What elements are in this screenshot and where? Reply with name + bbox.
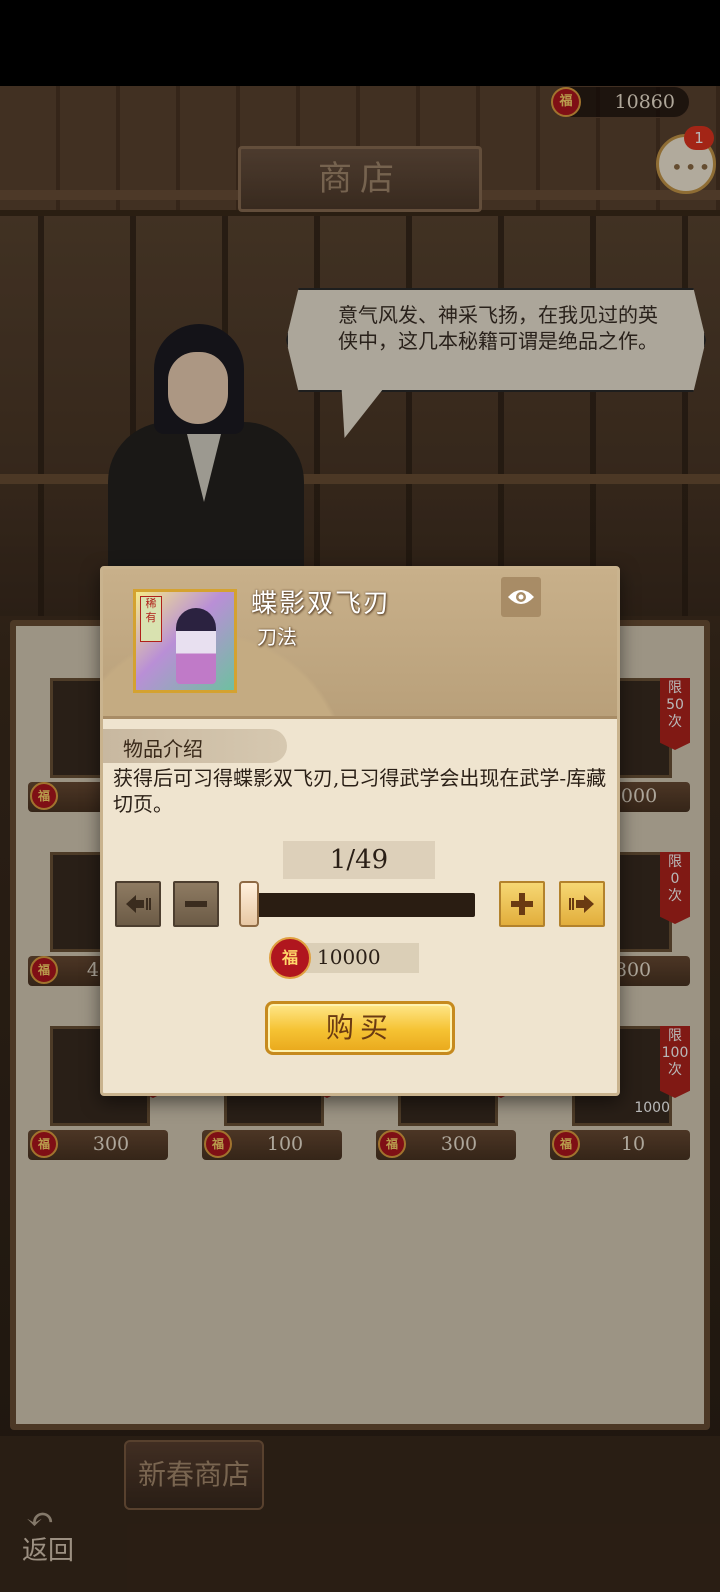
skill-figure bbox=[176, 608, 216, 684]
item-name: 蝶影双飞刃 bbox=[251, 589, 392, 619]
intro-label-text: 物品介绍 bbox=[123, 737, 203, 761]
eye-icon bbox=[508, 590, 534, 604]
min-quantity-button[interactable] bbox=[115, 881, 161, 927]
skill-thumbnail: 稀有 bbox=[133, 589, 237, 693]
arrow-right-end-icon bbox=[569, 895, 594, 913]
cost-value: 10000 bbox=[317, 945, 381, 969]
item-type: 刀法 bbox=[257, 625, 297, 649]
arrow-left-end-icon bbox=[126, 895, 151, 913]
increase-button[interactable] bbox=[499, 881, 545, 927]
buy-button-label: 购买 bbox=[325, 1011, 394, 1044]
fu-coin-icon: 福 bbox=[269, 937, 311, 979]
dialog-header: 稀有 蝶影双飞刃 刀法 bbox=[103, 569, 617, 719]
intro-label: 物品介绍 bbox=[103, 729, 287, 763]
slider-handle[interactable] bbox=[239, 881, 260, 927]
decrease-button[interactable] bbox=[173, 881, 219, 927]
plus-icon bbox=[511, 893, 533, 915]
buy-button[interactable]: 购买 bbox=[265, 1001, 455, 1055]
quantity-slider[interactable] bbox=[241, 893, 475, 917]
status-bar bbox=[0, 0, 720, 86]
rarity-tag: 稀有 bbox=[140, 596, 162, 642]
purchase-dialog: 稀有 蝶影双飞刃 刀法 物品介绍 获得后可习得蝶影双飞刃,已习得武学会出现在武学… bbox=[100, 566, 620, 1096]
intro-text: 获得后可习得蝶影双飞刃,已习得武学会出现在武学-库藏切页。 bbox=[113, 766, 607, 816]
minus-icon bbox=[185, 901, 207, 907]
max-quantity-button[interactable] bbox=[559, 881, 605, 927]
preview-button[interactable] bbox=[501, 577, 541, 617]
quantity-display: 1/49 bbox=[283, 841, 435, 879]
cost-row: 福 10000 bbox=[269, 937, 419, 979]
